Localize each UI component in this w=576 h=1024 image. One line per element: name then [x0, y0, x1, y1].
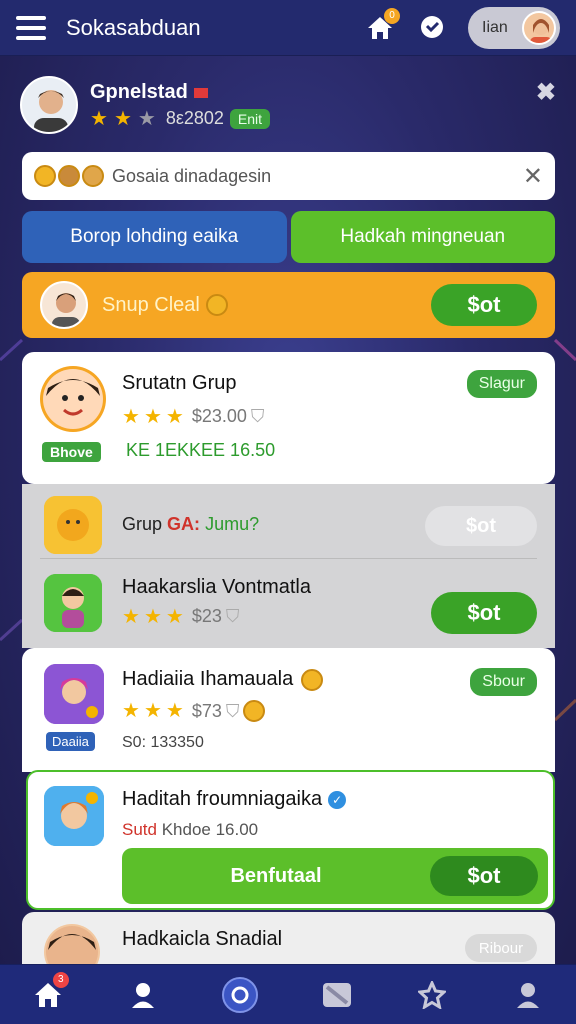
wide-action-button[interactable]: Benfutaal $ot	[122, 848, 548, 904]
profile-icon[interactable]	[511, 978, 545, 1012]
item-red-label: Sutd	[122, 820, 157, 839]
star-icon: ★	[143, 405, 162, 428]
item-button-disabled[interactable]: Ribour	[465, 934, 537, 962]
avatar	[40, 281, 88, 329]
list-section: Grup GA: Jumu? $ot Haakarslia Vontmatla …	[22, 484, 555, 648]
item-button[interactable]: $ot	[430, 856, 538, 896]
item-thumbnail	[44, 664, 104, 724]
item-thumbnail	[44, 496, 102, 554]
list-item[interactable]: Daaiia Hadiaiia Ihamauala ★ ★ ★ $73 ⛉ S0…	[22, 648, 555, 772]
star-icon[interactable]	[415, 978, 449, 1012]
item-button-disabled[interactable]: $ot	[425, 506, 537, 546]
star-icon: ★	[137, 107, 156, 130]
shield-icon: ⛉	[225, 700, 240, 721]
ring-icon[interactable]	[222, 976, 259, 1013]
item-button[interactable]: Sbour	[470, 668, 537, 696]
item-avatar	[40, 366, 106, 432]
coin-icon	[205, 294, 228, 316]
menu-icon[interactable]	[16, 15, 46, 40]
promo-button[interactable]: $ot	[431, 284, 537, 326]
cookie-icon	[58, 165, 80, 187]
star-icon: ★	[165, 700, 184, 722]
item-price: $73	[191, 700, 222, 721]
chat-icon[interactable]	[320, 978, 354, 1012]
user-avatar[interactable]	[20, 76, 78, 134]
tab-green[interactable]: Hadkah mingneuan	[290, 211, 555, 263]
avatar	[522, 10, 556, 45]
bottom-nav: 3	[0, 964, 576, 1024]
item-sub: S0: 133350	[122, 734, 204, 751]
shield-icon: ⛉	[250, 406, 265, 426]
verified-icon: ✓	[328, 790, 347, 809]
promo-label: Snup Cleal	[102, 293, 200, 316]
home-icon[interactable]: 3	[31, 971, 69, 1012]
coin-icon	[243, 700, 266, 722]
shield-icon: ⛉	[225, 606, 240, 626]
item-title: Hadiaiia Ihamauala	[122, 668, 294, 690]
item-title: Hadkaicla Snadial	[122, 928, 283, 950]
item-thumbnail	[44, 574, 102, 632]
item-title: Haakarslia Vontmatla	[122, 576, 311, 598]
list-item-highlighted[interactable]: Haditah froumniagaika ✓ Sutd Khdoe 16.00…	[26, 770, 555, 910]
item-badge: Daaiia	[46, 732, 95, 751]
user-header: Gpnelstad ★ ★ ★ 8ε2802 Enit ✖	[20, 74, 556, 136]
home-badge: 0	[384, 7, 400, 24]
item-line: KE 1EKKEE 16.50	[126, 440, 276, 460]
chat-icon[interactable]	[416, 12, 448, 44]
promo-banner[interactable]: Snup Cleal $ot	[22, 272, 555, 338]
wide-button-label: Benfutaal	[230, 864, 322, 887]
home-icon[interactable]: 0	[364, 7, 400, 44]
search-bar[interactable]: Gosaia dinadagesin ✕	[22, 152, 555, 200]
item-title: Grup	[122, 514, 163, 534]
item-title: Srutatn Grup	[122, 372, 237, 394]
user-score: 8ε2802	[165, 108, 224, 128]
item-price: $23	[191, 606, 222, 626]
clear-icon[interactable]: ✕	[523, 162, 543, 191]
cookie-icon	[82, 165, 104, 187]
user-tag: Enit	[229, 108, 271, 129]
star-icon: ★	[165, 405, 184, 428]
item-button[interactable]: $ot	[431, 592, 537, 634]
item-title-green: Jumu?	[205, 514, 260, 534]
item-badge: Bhove	[42, 442, 101, 462]
coin-icon	[34, 165, 56, 187]
list-item[interactable]: Hadkaicla Snadial Ribour	[22, 912, 555, 980]
star-icon: ★	[122, 605, 140, 628]
close-icon[interactable]: ✖	[536, 78, 556, 107]
list-item[interactable]: Bhove Srutatn Grup ★ ★ ★ $23.00 ⛉ KE 1EK…	[22, 352, 555, 484]
app-title: Sokasabduan	[66, 14, 201, 40]
item-button[interactable]: Slagur	[466, 370, 537, 398]
profile-name: Iian	[482, 18, 508, 36]
user-name: Gpnelstad	[90, 81, 188, 103]
top-bar: Sokasabduan 0 Iian	[0, 0, 576, 56]
search-input[interactable]: Gosaia dinadagesin	[112, 166, 523, 187]
divider	[40, 558, 537, 559]
star-icon: ★	[143, 700, 162, 722]
item-sub: Khdoe 16.00	[161, 820, 259, 839]
star-icon: ★	[122, 405, 140, 428]
star-icon: ★	[113, 107, 132, 130]
person-icon[interactable]	[126, 978, 160, 1012]
star-icon: ★	[90, 107, 108, 130]
item-thumbnail	[44, 786, 104, 846]
flag-icon	[193, 87, 208, 98]
star-icon: ★	[122, 700, 140, 722]
home-badge: 3	[52, 971, 69, 988]
item-title: Haditah froumniagaika	[122, 788, 323, 810]
tab-bar: Borop lohding eaika Hadkah mingneuan	[22, 211, 555, 263]
coin-icon	[301, 668, 324, 691]
item-title-red: GA:	[167, 514, 201, 534]
star-icon: ★	[143, 605, 162, 628]
item-price: $23.00	[191, 406, 247, 426]
tab-blue[interactable]: Borop lohding eaika	[22, 211, 287, 263]
profile-pill[interactable]: Iian	[468, 6, 560, 49]
star-icon: ★	[165, 605, 184, 628]
